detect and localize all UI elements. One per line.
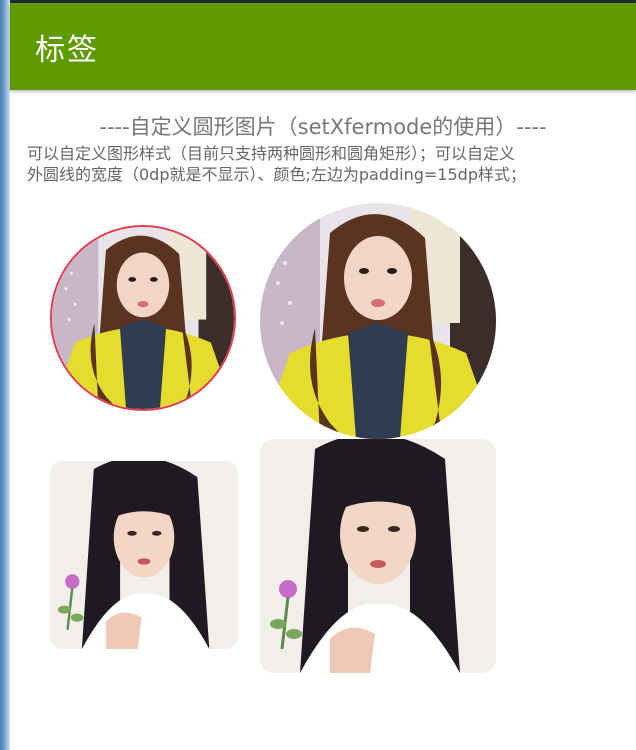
description-line-2: 外圆线的宽度（0dp就是不显示）、颜色;左边为padding=15dp样式； <box>27 165 526 184</box>
window-left-edge <box>0 0 10 750</box>
rounded-image-small <box>50 461 238 649</box>
circle-image <box>260 203 496 439</box>
action-bar: 标签 <box>10 3 636 90</box>
rounded-image-large <box>260 439 496 673</box>
description-text: 可以自定义图形样式（目前只支持两种圆形和圆角矩形）；可以自定义 外圆线的宽度（0… <box>27 143 627 185</box>
description-line-1: 可以自定义图形样式（目前只支持两种圆形和圆角矩形）；可以自定义 <box>27 144 516 163</box>
app-screen: 标签 ----自定义圆形图片（setXfermode的使用）---- 可以自定义… <box>10 3 636 750</box>
section-heading: ----自定义圆形图片（setXfermode的使用）---- <box>99 115 547 139</box>
action-bar-title: 标签 <box>35 33 99 68</box>
circle-image-bordered <box>50 225 236 411</box>
